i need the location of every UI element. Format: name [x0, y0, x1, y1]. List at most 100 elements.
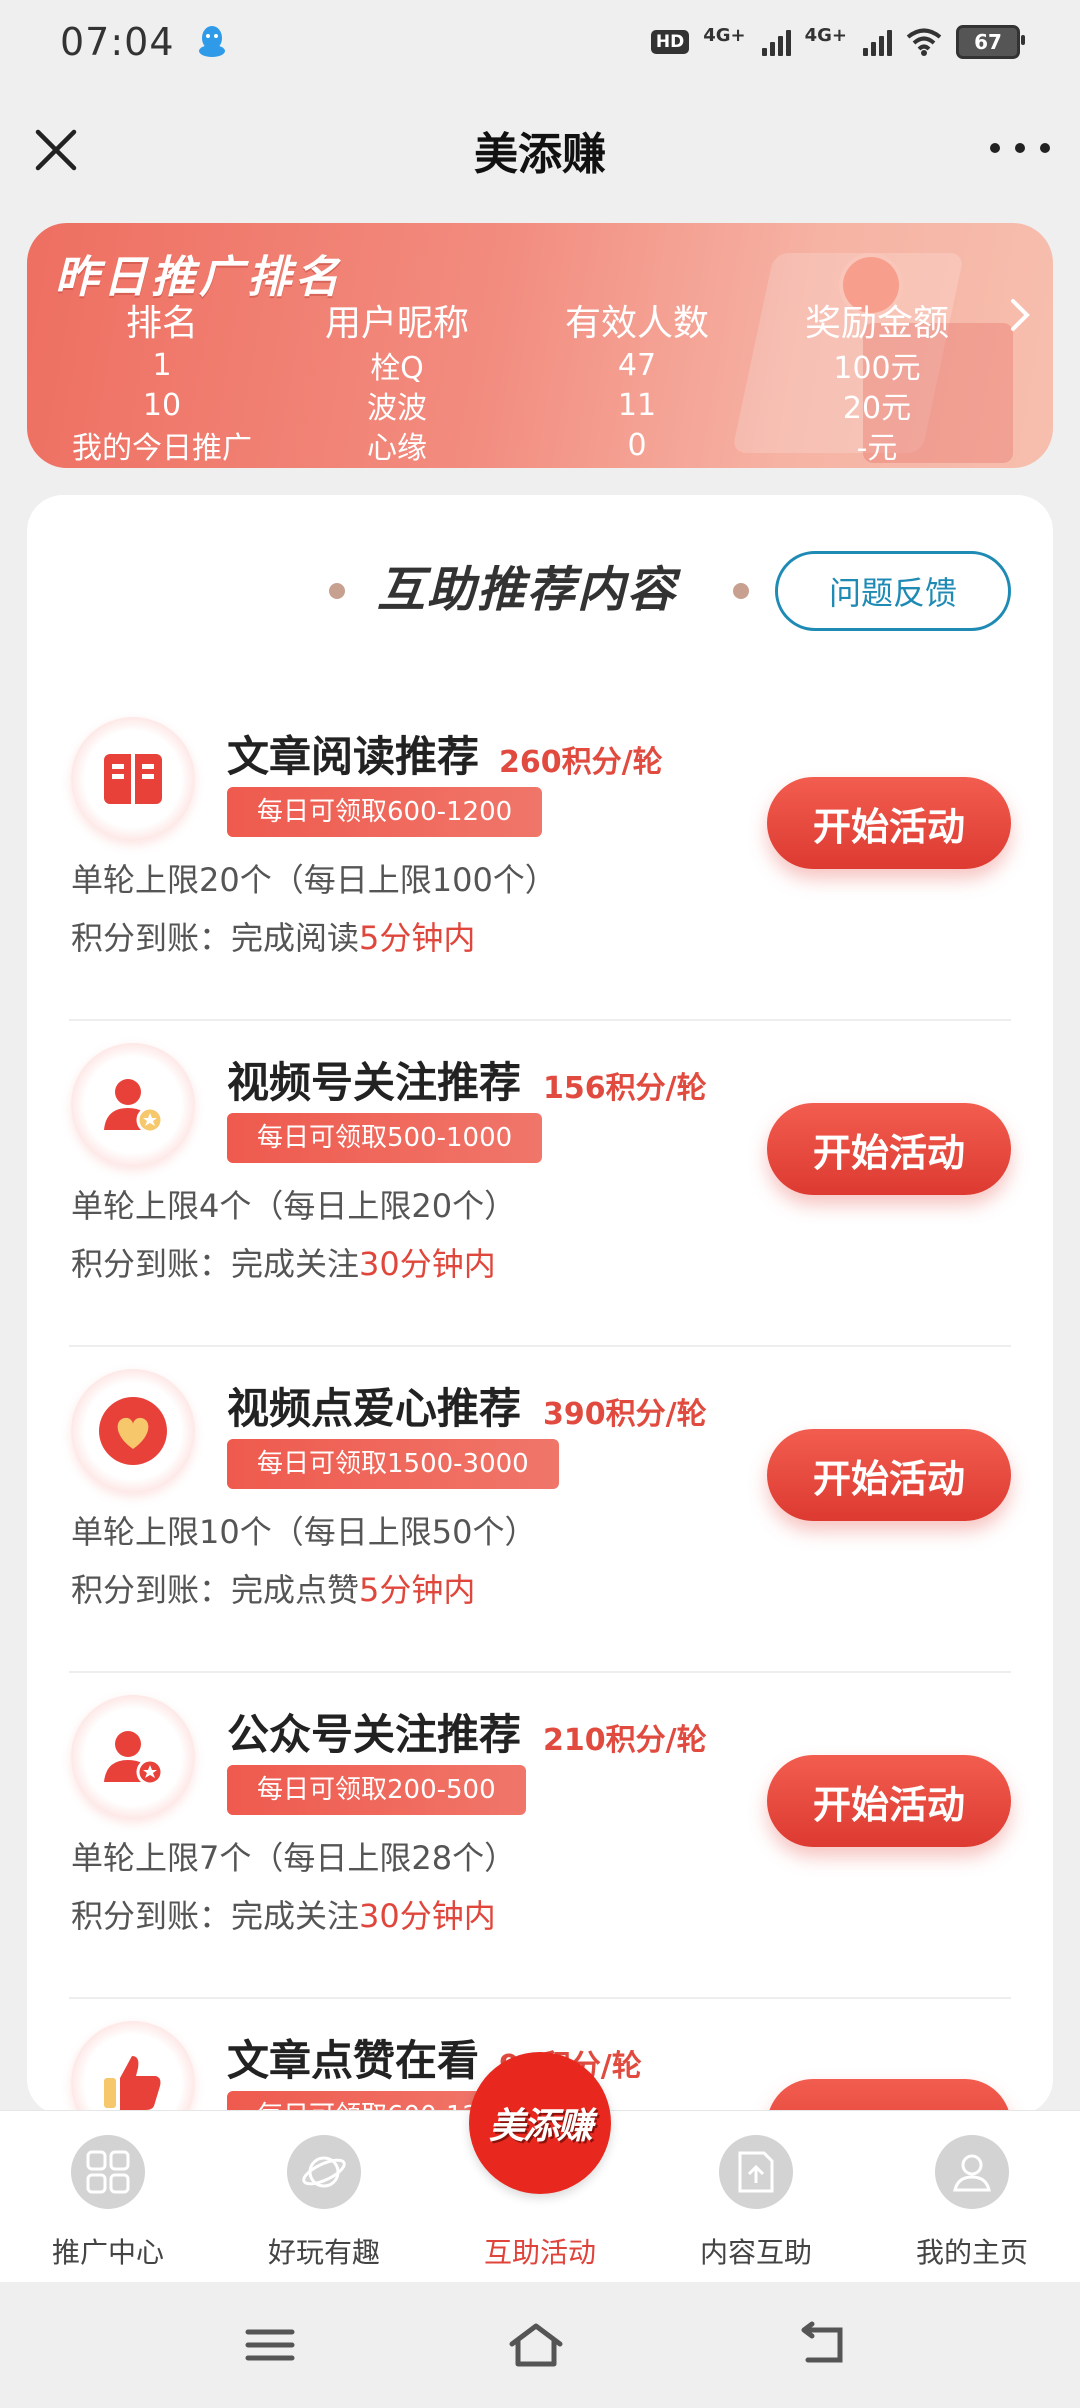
- ranking-row: 1 栓Q 47 100元: [47, 345, 1017, 387]
- battery-icon: 67: [956, 25, 1025, 59]
- tab-content-mutual[interactable]: 内容互助: [648, 2111, 864, 2283]
- ranking-table: 排名 用户昵称 有效人数 奖励金额 1 栓Q 47 100元 10 波波 11 …: [47, 295, 1017, 467]
- more-icon[interactable]: [990, 128, 1050, 168]
- feedback-button[interactable]: 问题反馈: [775, 551, 1011, 631]
- network-type-1: 4G+: [703, 25, 746, 46]
- ranking-cell: 1: [152, 347, 172, 383]
- ranking-cell: 47: [617, 347, 657, 383]
- tab-label: 内容互助: [699, 2236, 812, 2269]
- thumbs-up-icon: [71, 2021, 195, 2115]
- upload-doc-icon: [719, 2135, 793, 2209]
- task-points: 390积分/轮: [543, 1397, 707, 1432]
- person-icon: [935, 2135, 1009, 2209]
- task-points: 156积分/轮: [543, 1071, 707, 1106]
- ranking-header-rank: 排名: [125, 303, 198, 344]
- task-points: 210积分/轮: [543, 1723, 707, 1758]
- ranking-row-mine: 我的今日推广 心缘 0 -元: [47, 425, 1017, 467]
- network-type-2: 4G+: [804, 25, 847, 46]
- back-icon[interactable]: [796, 2320, 852, 2370]
- tab-label: 好玩有趣: [267, 2236, 380, 2269]
- task-arrival-time: 5分钟内: [359, 919, 476, 957]
- chevron-right-icon[interactable]: [1005, 295, 1035, 335]
- center-logo-text: 美添赚: [488, 2106, 593, 2147]
- ranking-cell: 20元: [842, 391, 912, 426]
- status-right: HD 4G+ 4G+ 67: [650, 25, 1025, 59]
- ranking-cell: -元: [856, 431, 898, 466]
- status-time: 07:04: [60, 20, 175, 64]
- user-star-icon: [71, 1695, 195, 1819]
- start-activity-button[interactable]: 开始活动: [767, 1429, 1011, 1521]
- tab-label: 我的主页: [915, 2236, 1028, 2269]
- task-arrival: 积分到账：完成阅读5分钟内: [71, 913, 475, 959]
- book-icon: [71, 717, 195, 841]
- task-limit: 单轮上限7个（每日上限28个）: [71, 1839, 517, 1877]
- task-arrival-time: 5分钟内: [359, 1571, 476, 1609]
- start-activity-button[interactable]: 开始活动: [767, 1755, 1011, 1847]
- ranking-cell: 波波: [367, 391, 427, 426]
- close-icon[interactable]: [30, 124, 82, 176]
- tab-label: 互助活动: [483, 2236, 596, 2269]
- page-title: 美添赚: [474, 129, 606, 180]
- system-navigation-bar: [0, 2282, 1080, 2408]
- ranking-header-nickname: 用户昵称: [324, 303, 469, 344]
- logo-icon[interactable]: 美添赚: [469, 2052, 611, 2194]
- signal-icon-2: [863, 28, 892, 56]
- task-arrival-label: 积分到账：完成关注: [71, 1245, 360, 1283]
- battery-level: 67: [974, 30, 1002, 54]
- task-arrival-label: 积分到账：完成关注: [71, 1897, 360, 1935]
- hd-icon: HD: [650, 30, 690, 54]
- task-item-article-read: 文章阅读推荐 260积分/轮 每日可领取600-1200 单轮上限20个（每日上…: [27, 695, 1053, 1021]
- task-title: 视频点爱心推荐: [227, 1384, 522, 1433]
- task-daily-badge: 每日可领取1500-3000: [227, 1439, 559, 1489]
- task-title: 文章点赞在看: [227, 2036, 480, 2085]
- task-daily-badge: 每日可领取200-500: [227, 1765, 526, 1815]
- menu-icon[interactable]: [242, 2320, 298, 2370]
- planet-icon: [287, 2135, 361, 2209]
- start-activity-button[interactable]: 开始活动: [767, 1103, 1011, 1195]
- task-arrival-label: 积分到账：完成阅读: [71, 919, 360, 957]
- status-left: 07:04: [60, 20, 227, 64]
- nav-bar: 美添赚: [0, 84, 1080, 216]
- section-title: 互助推荐内容: [377, 562, 678, 618]
- signal-icon: [761, 28, 791, 56]
- ranking-cell: 100元: [833, 351, 921, 386]
- home-icon[interactable]: [508, 2320, 564, 2370]
- tab-my-home[interactable]: 我的主页: [864, 2111, 1080, 2283]
- task-limit: 单轮上限10个（每日上限50个）: [71, 1513, 537, 1551]
- ranking-header-valid-count: 有效人数: [564, 303, 709, 344]
- grid-icon: [71, 2135, 145, 2209]
- tab-fun[interactable]: 好玩有趣: [216, 2111, 432, 2283]
- ranking-header-reward: 奖励金额: [804, 303, 949, 344]
- task-arrival-time: 30分钟内: [359, 1245, 496, 1283]
- ranking-cell: 11: [617, 387, 657, 423]
- task-item-official-account-follow: 公众号关注推荐 210积分/轮 每日可领取200-500 单轮上限7个（每日上限…: [27, 1673, 1053, 1999]
- title-dot-left: [329, 583, 345, 599]
- status-bar: 07:04 HD 4G+ 4G+ 67: [0, 0, 1080, 84]
- task-limit: 单轮上限20个（每日上限100个）: [71, 861, 557, 899]
- wifi-icon: [906, 28, 942, 56]
- qq-icon: [198, 26, 225, 57]
- ranking-cell: 0: [627, 427, 647, 463]
- task-arrival: 积分到账：完成关注30分钟内: [71, 1891, 496, 1937]
- tab-label: 推广中心: [51, 2236, 164, 2269]
- user-star-icon: [71, 1043, 195, 1167]
- heart-icon: [71, 1369, 195, 1493]
- task-title: 视频号关注推荐: [227, 1058, 522, 1107]
- start-activity-button[interactable]: 开始活动: [767, 777, 1011, 869]
- tab-promotion-center[interactable]: 推广中心: [0, 2111, 216, 2283]
- ranking-cell: 我的今日推广: [72, 431, 252, 466]
- ranking-cell: 栓Q: [370, 351, 424, 386]
- ranking-banner[interactable]: 昨日推广排名 排名 用户昵称 有效人数 奖励金额 1 栓Q 47 100元 10…: [27, 223, 1053, 468]
- task-arrival-time: 30分钟内: [359, 1897, 496, 1935]
- ranking-cell: 10: [142, 387, 182, 423]
- ranking-row: 10 波波 11 20元: [47, 385, 1017, 427]
- ranking-cell: 心缘: [367, 431, 427, 466]
- task-title: 公众号关注推荐: [227, 1710, 522, 1759]
- task-points: 260积分/轮: [499, 745, 663, 780]
- ranking-header-row: 排名 用户昵称 有效人数 奖励金额: [47, 295, 1017, 345]
- task-item-video-follow: 视频号关注推荐 156积分/轮 每日可领取500-1000 单轮上限4个（每日上…: [27, 1021, 1053, 1347]
- task-arrival-label: 积分到账：完成点赞: [71, 1571, 360, 1609]
- task-limit: 单轮上限4个（每日上限20个）: [71, 1187, 517, 1225]
- title-dot-right: [733, 583, 749, 599]
- task-daily-badge: 每日可领取500-1000: [227, 1113, 543, 1163]
